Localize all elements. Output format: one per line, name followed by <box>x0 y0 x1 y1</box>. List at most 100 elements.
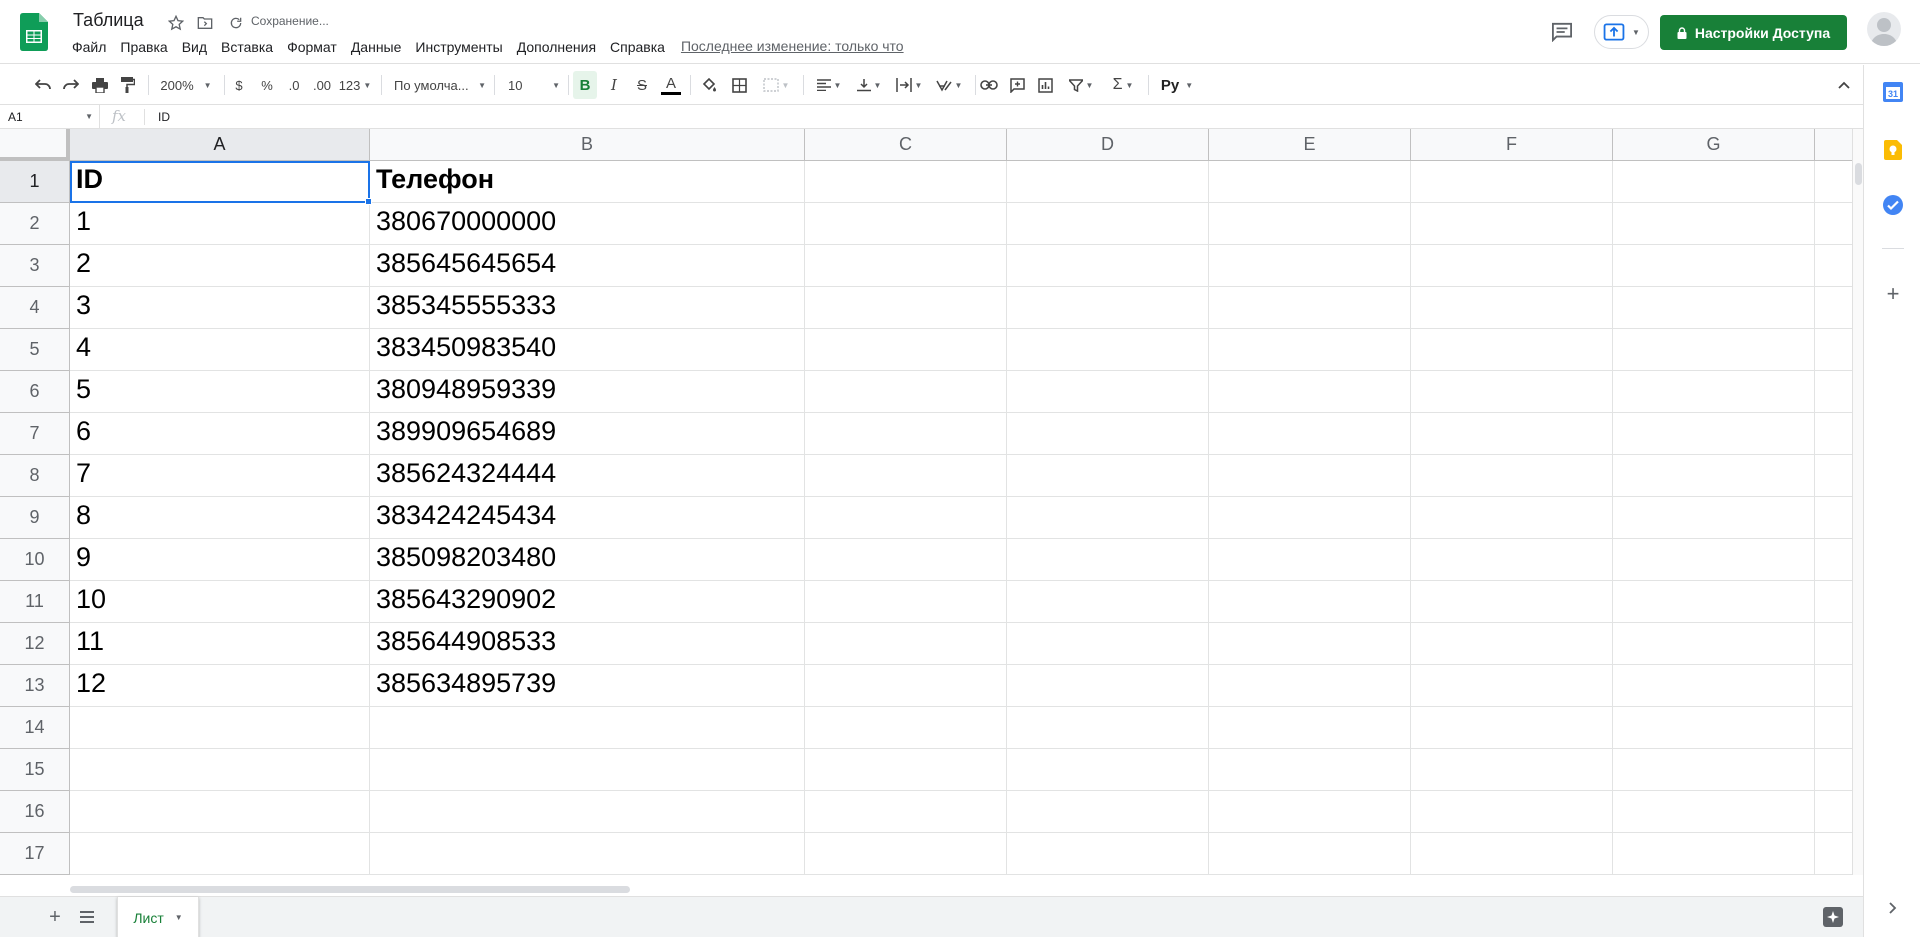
cell-a8[interactable]: 7 <box>70 455 370 497</box>
cell-e12[interactable] <box>1209 623 1411 665</box>
cell-b14[interactable] <box>370 707 805 749</box>
cell-e6[interactable] <box>1209 371 1411 413</box>
cell-b4[interactable]: 385345555333 <box>370 287 805 329</box>
cell-g14[interactable] <box>1613 707 1815 749</box>
cell-d2[interactable] <box>1007 203 1209 245</box>
cell-e17[interactable] <box>1209 833 1411 875</box>
cell-g8[interactable] <box>1613 455 1815 497</box>
star-icon[interactable] <box>165 12 187 34</box>
column-header-f[interactable]: F <box>1411 129 1613 161</box>
redo-icon[interactable] <box>60 71 82 99</box>
cell-g3[interactable] <box>1613 245 1815 287</box>
select-all-corner[interactable] <box>0 129 70 161</box>
insert-comment-icon[interactable] <box>1006 71 1028 99</box>
cell-b13[interactable]: 385634895739 <box>370 665 805 707</box>
cell-e4[interactable] <box>1209 287 1411 329</box>
print-icon[interactable] <box>89 71 111 99</box>
more-formats-button[interactable]: 123 ▼ <box>339 71 372 99</box>
cell-partial[interactable] <box>1815 665 1852 707</box>
cell-partial[interactable] <box>1815 161 1852 203</box>
cell-partial[interactable] <box>1815 455 1852 497</box>
column-header-c[interactable]: C <box>805 129 1007 161</box>
cell-d15[interactable] <box>1007 749 1209 791</box>
row-header-10[interactable]: 10 <box>0 539 70 581</box>
menu-format[interactable]: Формат <box>280 38 344 56</box>
cell-b15[interactable] <box>370 749 805 791</box>
cell-c1[interactable] <box>805 161 1007 203</box>
row-header-6[interactable]: 6 <box>0 371 70 413</box>
cell-e14[interactable] <box>1209 707 1411 749</box>
cell-a3[interactable]: 2 <box>70 245 370 287</box>
cell-g5[interactable] <box>1613 329 1815 371</box>
share-button[interactable]: Настройки Доступа <box>1660 15 1847 50</box>
cell-f7[interactable] <box>1411 413 1613 455</box>
cell-c2[interactable] <box>805 203 1007 245</box>
cell-b7[interactable]: 389909654689 <box>370 413 805 455</box>
cell-d7[interactable] <box>1007 413 1209 455</box>
cell-d13[interactable] <box>1007 665 1209 707</box>
cell-d3[interactable] <box>1007 245 1209 287</box>
row-header-14[interactable]: 14 <box>0 707 70 749</box>
cell-a6[interactable]: 5 <box>70 371 370 413</box>
expand-panel-icon[interactable] <box>1882 897 1904 919</box>
sheet-tab[interactable]: Лист ▼ <box>117 897 199 937</box>
cell-partial[interactable] <box>1815 203 1852 245</box>
cell-b11[interactable]: 385643290902 <box>370 581 805 623</box>
explore-icon[interactable] <box>1823 907 1843 927</box>
cell-a15[interactable] <box>70 749 370 791</box>
cell-g15[interactable] <box>1613 749 1815 791</box>
cell-d17[interactable] <box>1007 833 1209 875</box>
cell-b10[interactable]: 385098203480 <box>370 539 805 581</box>
document-title[interactable]: Таблица <box>71 10 146 31</box>
cell-c9[interactable] <box>805 497 1007 539</box>
chevron-down-icon[interactable]: ▼ <box>175 913 183 922</box>
cell-a12[interactable]: 11 <box>70 623 370 665</box>
cell-d12[interactable] <box>1007 623 1209 665</box>
row-header-16[interactable]: 16 <box>0 791 70 833</box>
all-sheets-icon[interactable] <box>76 906 98 928</box>
input-tools-button[interactable]: Pу ▼ <box>1157 71 1197 99</box>
cell-f12[interactable] <box>1411 623 1613 665</box>
vertical-scrollbar[interactable] <box>1852 129 1863 875</box>
merge-cells-icon[interactable]: ▼ <box>758 71 794 99</box>
horizontal-scrollbar[interactable] <box>70 884 1852 896</box>
menu-file[interactable]: Файл <box>65 38 113 56</box>
decrease-decimals-button[interactable]: .0 <box>283 71 305 99</box>
column-header-d[interactable]: D <box>1007 129 1209 161</box>
borders-icon[interactable] <box>728 71 750 99</box>
cell-g2[interactable] <box>1613 203 1815 245</box>
paint-format-icon[interactable] <box>117 71 139 99</box>
cell-e3[interactable] <box>1209 245 1411 287</box>
collapse-toolbar-icon[interactable] <box>1833 71 1855 99</box>
cell-c5[interactable] <box>805 329 1007 371</box>
column-header-partial[interactable] <box>1815 129 1852 161</box>
cell-partial[interactable] <box>1815 707 1852 749</box>
cell-b2[interactable]: 380670000000 <box>370 203 805 245</box>
cell-f13[interactable] <box>1411 665 1613 707</box>
row-header-3[interactable]: 3 <box>0 245 70 287</box>
cell-d4[interactable] <box>1007 287 1209 329</box>
cell-f8[interactable] <box>1411 455 1613 497</box>
text-wrapping-icon[interactable]: ▼ <box>892 71 926 99</box>
cell-c6[interactable] <box>805 371 1007 413</box>
italic-button[interactable]: I <box>603 71 625 99</box>
cell-f5[interactable] <box>1411 329 1613 371</box>
cell-g16[interactable] <box>1613 791 1815 833</box>
menu-addons[interactable]: Дополнения <box>510 38 603 56</box>
cell-f10[interactable] <box>1411 539 1613 581</box>
text-rotation-icon[interactable]: ▼ <box>932 71 966 99</box>
cell-g1[interactable] <box>1613 161 1815 203</box>
cell-f4[interactable] <box>1411 287 1613 329</box>
cell-g12[interactable] <box>1613 623 1815 665</box>
cell-e11[interactable] <box>1209 581 1411 623</box>
cell-partial[interactable] <box>1815 623 1852 665</box>
row-header-1[interactable]: 1 <box>0 161 70 203</box>
column-header-a[interactable]: A <box>70 129 370 161</box>
cell-partial[interactable] <box>1815 413 1852 455</box>
cell-b5[interactable]: 383450983540 <box>370 329 805 371</box>
cell-a14[interactable] <box>70 707 370 749</box>
cell-f2[interactable] <box>1411 203 1613 245</box>
name-box[interactable]: A1 ▼ <box>0 105 100 129</box>
cell-partial[interactable] <box>1815 833 1852 875</box>
cell-f1[interactable] <box>1411 161 1613 203</box>
